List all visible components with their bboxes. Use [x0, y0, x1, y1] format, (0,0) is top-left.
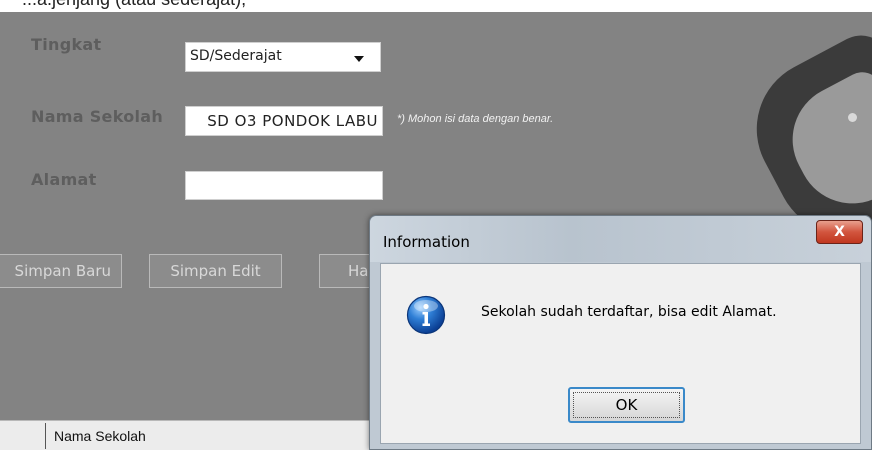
dialog-message: Sekolah sudah terdaftar, bisa edit Alama… — [481, 304, 777, 320]
dialog-body: Sekolah sudah terdaftar, bisa edit Alama… — [380, 263, 861, 444]
alamat-label: Alamat — [31, 170, 97, 189]
nama-sekolah-label: Nama Sekolah — [31, 107, 164, 126]
simpan-edit-button[interactable]: Simpan Edit — [149, 254, 282, 288]
app-window: ...a.jenjang (atau sederajat), Tingkat S… — [0, 0, 872, 450]
tingkat-select-value: SD/Sederajat — [190, 48, 282, 64]
dialog-titlebar[interactable]: Information X — [370, 216, 871, 262]
background-decoration-dot — [848, 113, 857, 122]
tingkat-label: Tingkat — [31, 35, 102, 54]
top-strip-text: ...a.jenjang (atau sederajat), — [22, 0, 246, 10]
chevron-down-icon[interactable] — [354, 56, 364, 62]
dialog-title: Information — [383, 233, 470, 251]
tingkat-select[interactable]: SD/Sederajat — [185, 42, 381, 72]
simpan-baru-button[interactable]: Simpan Baru — [0, 254, 122, 288]
top-strip: ...a.jenjang (atau sederajat), — [0, 0, 872, 12]
hint-text: *) Mohon isi data dengan benar. — [397, 113, 554, 125]
nama-sekolah-input[interactable]: SD O3 PONDOK LABU — [185, 106, 383, 136]
alamat-input[interactable] — [185, 171, 383, 200]
column-header-nama-sekolah[interactable]: Nama Sekolah — [54, 428, 146, 444]
nama-sekolah-value: SD O3 PONDOK LABU — [207, 112, 378, 130]
close-icon: X — [834, 224, 845, 240]
information-dialog: Information X Sekolah sudah terdaftar, b… — [369, 215, 872, 450]
close-button[interactable]: X — [816, 220, 863, 244]
info-icon — [406, 295, 446, 335]
ok-button[interactable]: OK — [568, 387, 685, 423]
column-divider[interactable] — [45, 423, 46, 449]
